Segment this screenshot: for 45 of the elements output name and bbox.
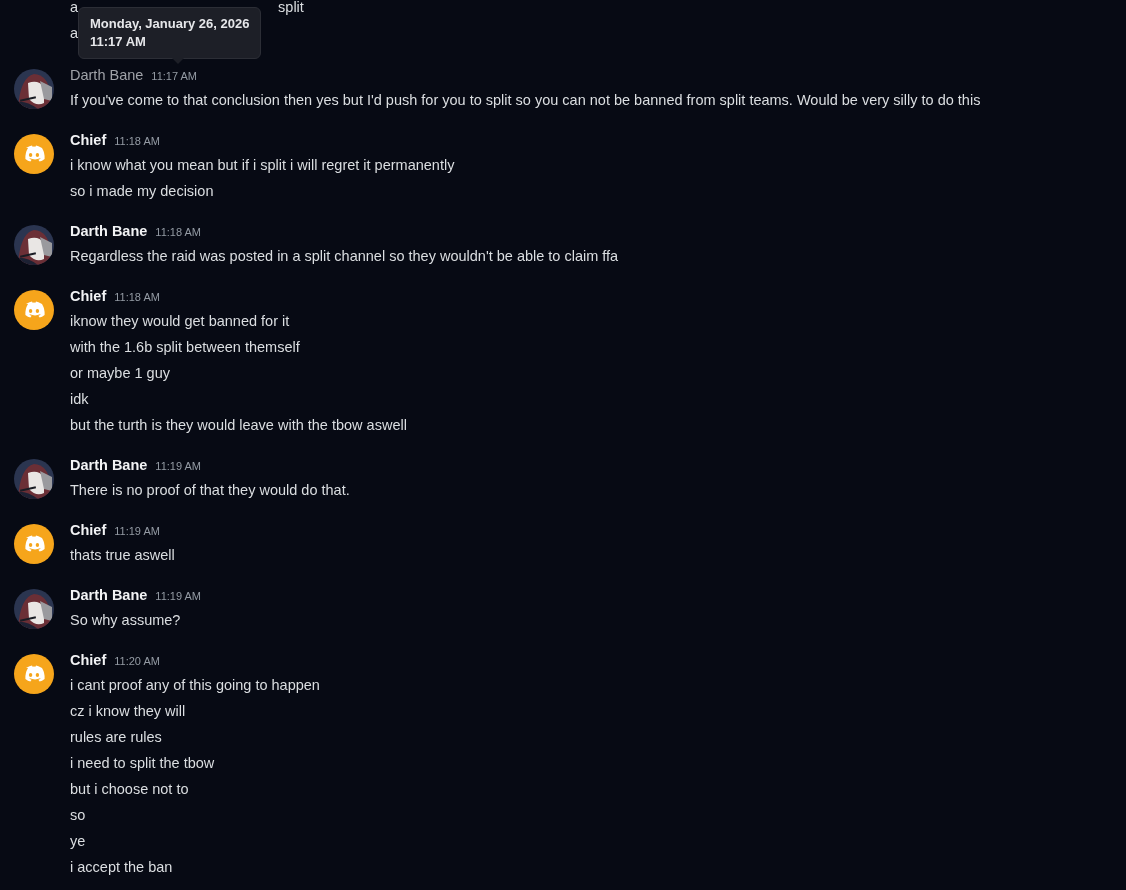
message-text: a: [70, 24, 79, 43]
message-text: with the 1.6b split between themself: [70, 338, 300, 357]
timestamp: 11:19 AM: [155, 590, 202, 602]
message-text: i know what you mean but if i split i will regret it permanently: [70, 156, 455, 175]
message-text: split: [278, 0, 304, 17]
timestamp: 11:18 AM: [114, 135, 160, 147]
discord-logo-icon[interactable]: [14, 134, 54, 174]
username[interactable]: Chief: [70, 132, 107, 148]
message-text: but i choose not to: [70, 780, 189, 799]
timestamp: 11:17 AM: [151, 70, 198, 82]
message-text: so: [70, 806, 86, 825]
message-text: ye: [70, 832, 86, 851]
timestamp: 11:18 AM: [155, 226, 202, 238]
username[interactable]: Darth Bane: [70, 457, 148, 473]
message-text: Regardless the raid was posted in a split channel so they wouldn't be able to claim ffa: [70, 247, 619, 266]
message-text: idk: [70, 390, 89, 409]
timestamp: 11:20 AM: [114, 655, 160, 667]
username[interactable]: Darth Bane: [70, 67, 144, 83]
message-text: So why assume?: [70, 611, 181, 630]
message-text: i cant proof any of this going to happen: [70, 676, 320, 695]
message-text: i need to split the tbow: [70, 754, 215, 773]
username[interactable]: Chief: [70, 652, 107, 668]
discord-logo-icon[interactable]: [14, 524, 54, 564]
message-text: There is no proof of that they would do that.: [70, 481, 350, 500]
username[interactable]: Chief: [70, 288, 107, 304]
timestamp: 11:19 AM: [155, 460, 202, 472]
message-text: cz i know they will: [70, 702, 186, 721]
tooltip-time: 11:17 AM: [90, 33, 147, 51]
message-text: but the turth is they would leave with the tbow aswell: [70, 416, 407, 435]
message-text: thats true aswell: [70, 546, 175, 565]
message-text: so i made my decision: [70, 182, 214, 201]
message-text: or maybe 1 guy: [70, 364, 170, 383]
tooltip-date: Monday, January 26, 2026: [90, 15, 250, 33]
timestamp: 11:18 AM: [114, 291, 160, 303]
message-text: rules are rules: [70, 728, 162, 747]
message-text: a: [70, 0, 79, 17]
timestamp: 11:19 AM: [114, 525, 160, 537]
message-text: If you've come to that conclusion then yes but I'd push for you to split so you can not be banned from split teams. Would be very silly to do this: [70, 91, 981, 110]
discord-logo-icon[interactable]: [14, 290, 54, 330]
discord-logo-icon[interactable]: [14, 654, 54, 694]
username[interactable]: Darth Bane: [70, 223, 148, 239]
username[interactable]: Darth Bane: [70, 587, 148, 603]
message-text: i accept the ban: [70, 858, 173, 877]
message-text: iknow they would get banned for it: [70, 312, 290, 331]
username[interactable]: Chief: [70, 522, 107, 538]
